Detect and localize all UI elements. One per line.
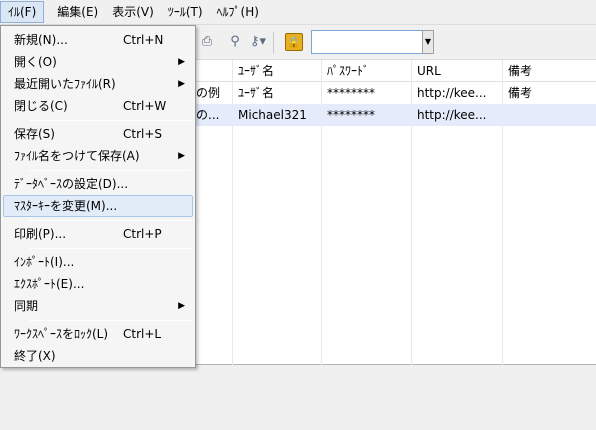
column-header-url[interactable]: URL (411, 60, 502, 82)
menu-item-recent-files[interactable]: 最近開いたﾌｧｲﾙ(R) ▶ (3, 73, 193, 95)
menu-item-open[interactable]: 開く(O) ▶ (3, 51, 193, 73)
submenu-arrow-icon: ▶ (178, 301, 185, 311)
menu-item-shortcut: Ctrl+S (123, 127, 163, 141)
menu-item-shortcut: Ctrl+L (123, 327, 162, 341)
menu-item-export[interactable]: ｴｸｽﾎﾟｰﾄ(E)... (3, 273, 193, 295)
menu-separator (29, 248, 191, 249)
menu-item-save-as[interactable]: ﾌｧｲﾙ名をつけて保存(A) ▶ (3, 145, 193, 167)
menu-item-label: ｴｸｽﾎﾟｰﾄ(E)... (14, 277, 85, 291)
menu-item-label: ﾜｰｸｽﾍﾟｰｽをﾛｯｸ(L) (14, 327, 109, 341)
menu-item-shortcut: Ctrl+W (123, 99, 167, 113)
quick-search-input[interactable] (311, 30, 423, 54)
menu-item-label: ｲﾝﾎﾟｰﾄ(I)... (14, 255, 75, 269)
status-area (0, 366, 596, 430)
column-header-password[interactable]: ﾊﾟｽﾜｰﾄﾞ (321, 60, 411, 82)
menu-item-database-settings[interactable]: ﾃﾞｰﾀﾍﾞｰｽの設定(D)... (3, 173, 193, 195)
menu-item-label: 同期 (14, 299, 39, 313)
cell-password: ******** (327, 86, 375, 100)
submenu-arrow-icon: ▶ (178, 79, 185, 89)
menu-item-label: 印刷(P)... (14, 227, 67, 241)
menu-item-import[interactable]: ｲﾝﾎﾟｰﾄ(I)... (3, 251, 193, 273)
menu-item-print[interactable]: 印刷(P)... Ctrl+P (3, 223, 193, 245)
menu-edit[interactable]: 編集(E) (50, 1, 105, 23)
menu-separator (29, 320, 191, 321)
column-header-username[interactable]: ﾕｰｻﾞ名 (232, 60, 321, 82)
cell-username: Michael321 (238, 108, 307, 122)
submenu-arrow-icon: ▶ (178, 151, 185, 161)
menu-separator (29, 220, 191, 221)
menu-item-lock-workspace[interactable]: ﾜｰｸｽﾍﾟｰｽをﾛｯｸ(L) Ctrl+L (3, 323, 193, 345)
menu-item-label: ﾏｽﾀｰｷｰを変更(M)... (14, 199, 118, 213)
menu-bar: ｲﾙ(F) 編集(E) 表示(V) ﾂｰﾙ(T) ﾍﾙﾌﾟ(H) (0, 0, 596, 25)
toolbar-separator (273, 32, 274, 54)
key-icon[interactable]: ⚷▾ (249, 33, 267, 51)
menu-item-label: 保存(S) (14, 127, 55, 141)
cell-url: http://kee... (417, 86, 487, 100)
submenu-arrow-icon: ▶ (178, 57, 185, 67)
quick-search-dropdown-button[interactable]: ▼ (422, 30, 434, 54)
menu-item-shortcut: Ctrl+P (123, 227, 162, 241)
print-icon[interactable]: ⎙ (198, 33, 216, 51)
menu-item-sync[interactable]: 同期 ▶ (3, 295, 193, 317)
menu-item-label: 終了(X) (14, 349, 56, 363)
cell-title: の... (196, 108, 220, 122)
menu-item-label: 閉じる(C) (14, 99, 68, 113)
menu-help[interactable]: ﾍﾙﾌﾟ(H) (210, 1, 266, 23)
menu-item-new[interactable]: 新規(N)... Ctrl+N (3, 29, 193, 51)
cell-notes: 備考 (508, 86, 533, 100)
file-menu-dropdown: 新規(N)... Ctrl+N 開く(O) ▶ 最近開いたﾌｧｲﾙ(R) ▶ 閉… (0, 25, 196, 368)
menu-item-label: 新規(N)... (14, 33, 68, 47)
menu-item-shortcut: Ctrl+N (123, 33, 164, 47)
menu-item-exit[interactable]: 終了(X) (3, 345, 193, 367)
menu-item-close[interactable]: 閉じる(C) Ctrl+W (3, 95, 193, 117)
menu-separator (29, 170, 191, 171)
menu-item-label: 最近開いたﾌｧｲﾙ(R) (14, 77, 116, 91)
menu-item-save[interactable]: 保存(S) Ctrl+S (3, 123, 193, 145)
menu-separator (29, 120, 191, 121)
menu-item-label: ﾌｧｲﾙ名をつけて保存(A) (14, 149, 140, 163)
search-icon[interactable]: ⚲ (226, 33, 244, 51)
column-header-notes[interactable]: 備考 (502, 60, 596, 82)
cell-username: ﾕｰｻﾞ名 (238, 86, 275, 100)
menu-item-label: 開く(O) (14, 55, 57, 69)
menu-item-change-master-key[interactable]: ﾏｽﾀｰｷｰを変更(M)... (3, 195, 193, 217)
menu-tools[interactable]: ﾂｰﾙ(T) (161, 1, 210, 23)
cell-title: の例 (196, 86, 221, 100)
menu-file[interactable]: ｲﾙ(F) (0, 1, 45, 23)
menu-item-label: ﾃﾞｰﾀﾍﾞｰｽの設定(D)... (14, 177, 129, 191)
cell-url: http://kee... (417, 108, 487, 122)
menu-view[interactable]: 表示(V) (105, 1, 161, 23)
cell-password: ******** (327, 108, 375, 122)
cell-notes (502, 104, 596, 126)
lock-icon[interactable]: 🔒 (285, 33, 303, 51)
